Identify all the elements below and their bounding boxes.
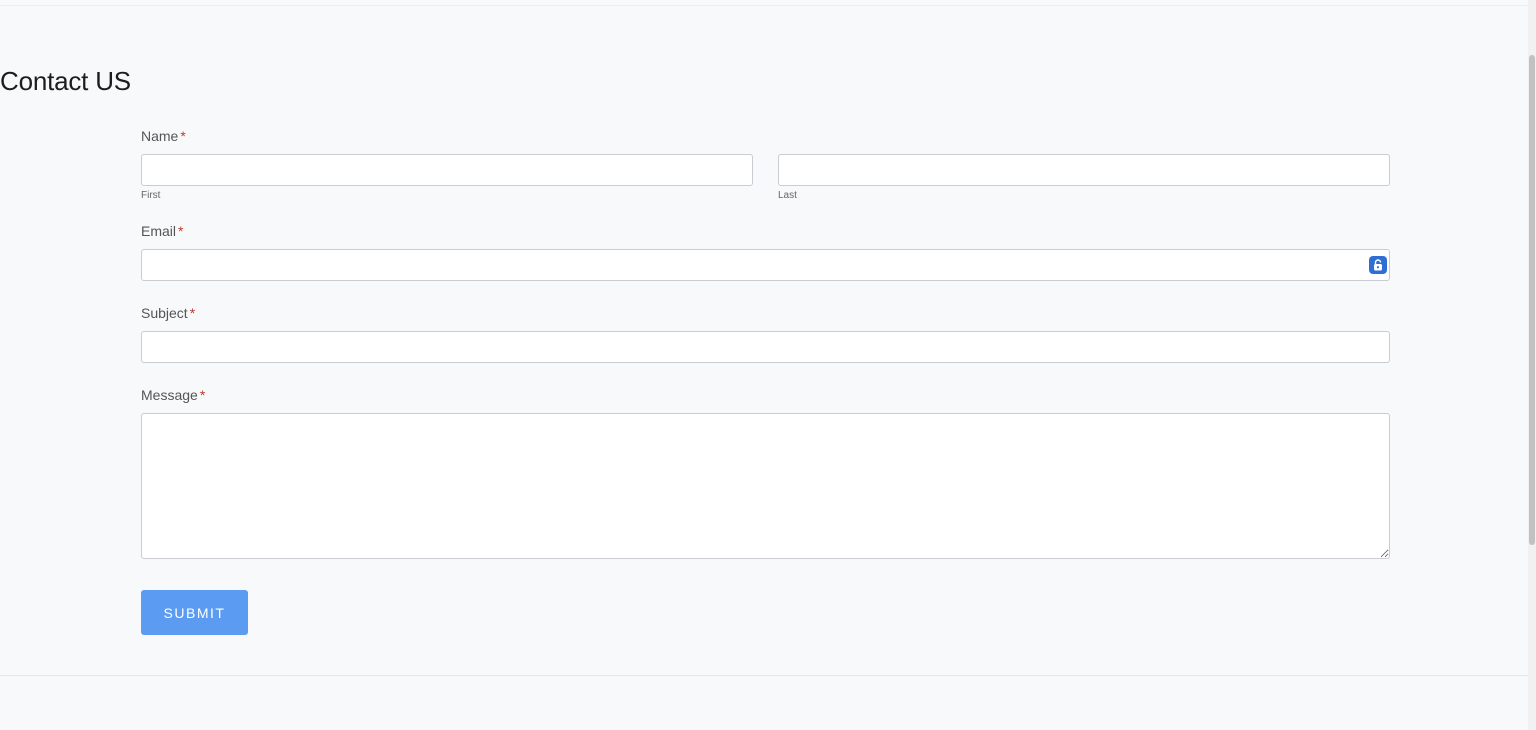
top-divider <box>0 5 1528 6</box>
last-name-col: Last <box>778 154 1390 201</box>
name-row: First Last <box>141 154 1390 201</box>
required-mark: * <box>199 387 206 403</box>
footer-divider <box>0 675 1528 676</box>
name-label-text: Name <box>141 128 179 144</box>
subject-label: Subject * <box>141 305 1390 321</box>
subject-label-text: Subject <box>141 305 188 321</box>
password-manager-icon[interactable] <box>1369 256 1387 274</box>
required-mark: * <box>180 128 186 144</box>
last-sublabel: Last <box>778 190 797 201</box>
first-name-col: First <box>141 154 753 201</box>
last-name-input[interactable] <box>778 154 1390 186</box>
name-group: Name * First Last <box>141 128 1390 201</box>
submit-button[interactable]: SUBMIT <box>141 590 248 635</box>
lock-icon <box>1374 259 1382 271</box>
first-sublabel: First <box>141 190 161 201</box>
scrollbar-track[interactable] <box>1528 0 1536 730</box>
message-group: Message * <box>141 387 1390 564</box>
required-mark: * <box>178 223 184 239</box>
subject-input[interactable] <box>141 331 1390 363</box>
scrollbar-thumb[interactable] <box>1529 55 1535 545</box>
subject-group: Subject * <box>141 305 1390 363</box>
required-mark: * <box>189 305 196 321</box>
message-label: Message * <box>141 387 1390 403</box>
name-label: Name * <box>141 128 1390 144</box>
email-wrap <box>141 249 1390 281</box>
email-label-text: Email <box>141 223 177 239</box>
page-title: Contact US <box>0 66 131 96</box>
contact-form: Name * First Last Email * Subject * Mess… <box>141 128 1390 635</box>
email-input[interactable] <box>141 249 1390 281</box>
message-textarea[interactable] <box>141 413 1390 559</box>
first-name-input[interactable] <box>141 154 753 186</box>
email-group: Email * <box>141 223 1390 281</box>
email-label: Email * <box>141 223 1390 239</box>
message-label-text: Message <box>141 387 198 403</box>
